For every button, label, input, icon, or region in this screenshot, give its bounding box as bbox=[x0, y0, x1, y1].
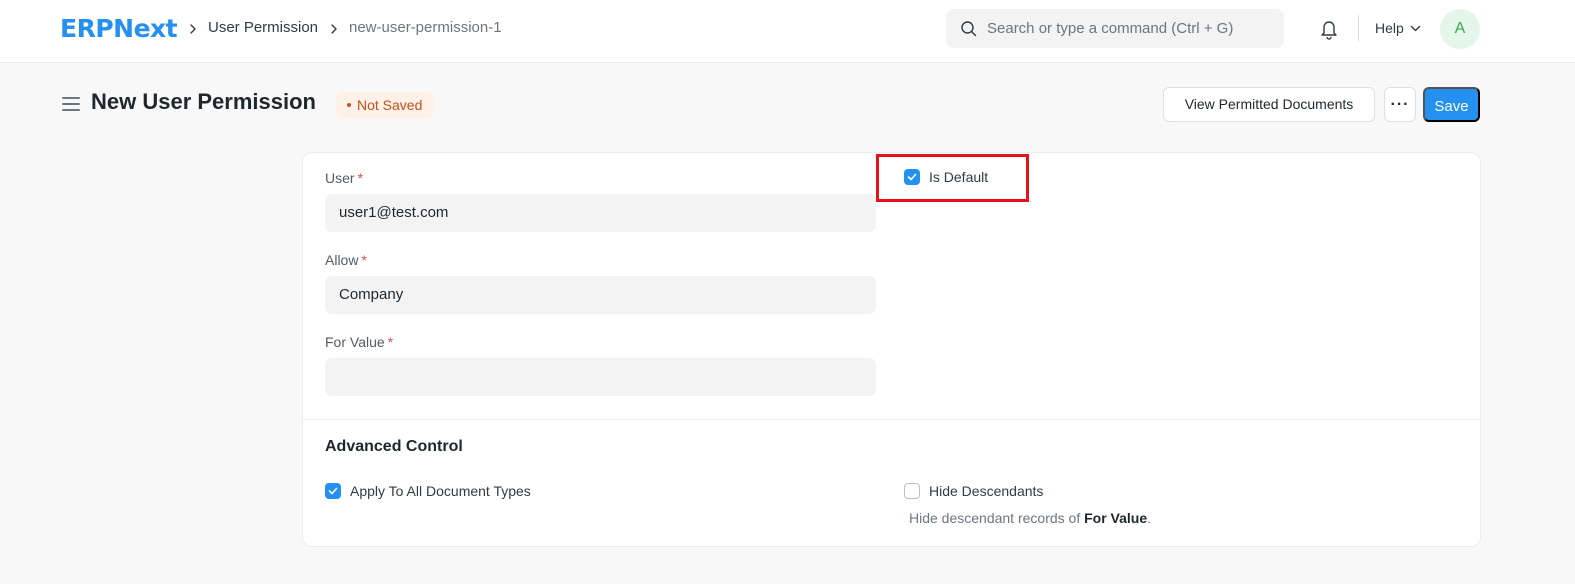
breadcrumb-current-doc[interactable]: new-user-permission-1 bbox=[349, 19, 502, 36]
chevron-down-icon[interactable] bbox=[1410, 25, 1421, 33]
search-icon bbox=[961, 21, 977, 37]
hide-descendants-label[interactable]: Hide Descendants bbox=[929, 483, 1043, 499]
status-dot-icon bbox=[347, 103, 351, 108]
erpnext-logo[interactable]: ERPNext bbox=[60, 14, 178, 43]
not-saved-indicator: Not Saved bbox=[336, 92, 434, 119]
section-divider bbox=[303, 419, 1480, 420]
chevron-right-icon bbox=[331, 24, 337, 34]
user-field-label: User * bbox=[325, 170, 364, 186]
page-title: New User Permission bbox=[91, 89, 316, 114]
more-actions-button[interactable]: ··· bbox=[1384, 87, 1416, 122]
allow-input[interactable]: Company bbox=[325, 276, 876, 314]
user-avatar[interactable]: A bbox=[1440, 9, 1480, 49]
chevron-right-icon bbox=[190, 24, 196, 34]
search-placeholder: Search or type a command (Ctrl + G) bbox=[987, 20, 1234, 37]
status-text: Not Saved bbox=[357, 97, 423, 113]
apply-to-all-doctypes-checkbox[interactable] bbox=[325, 483, 341, 499]
highlight-box bbox=[876, 154, 1029, 202]
hide-descendants-checkbox[interactable] bbox=[904, 483, 920, 499]
checkmark-icon bbox=[328, 487, 338, 495]
advanced-control-section-title[interactable]: Advanced Control bbox=[325, 438, 463, 456]
hide-descendants-help-text: Hide descendant records of For Value. bbox=[909, 510, 1152, 526]
awesomebar-search-input[interactable]: Search or type a command (Ctrl + G) bbox=[946, 9, 1284, 48]
for-value-input[interactable] bbox=[325, 358, 876, 396]
navbar: ERPNext User Permission new-user-permiss… bbox=[0, 0, 1575, 63]
notifications-bell-icon[interactable] bbox=[1319, 18, 1339, 40]
save-button[interactable]: Save bbox=[1423, 87, 1480, 122]
breadcrumb-user-permission[interactable]: User Permission bbox=[208, 19, 318, 36]
allow-field-label: Allow * bbox=[325, 252, 367, 268]
navbar-divider bbox=[1358, 15, 1359, 42]
help-dropdown[interactable]: Help bbox=[1375, 20, 1404, 36]
sidebar-toggle-icon[interactable] bbox=[62, 97, 80, 112]
apply-to-all-doctypes-label[interactable]: Apply To All Document Types bbox=[350, 483, 531, 499]
for-value-field-label: For Value * bbox=[325, 334, 394, 350]
form-card: User * user1@test.com Allow * Company For … bbox=[302, 152, 1481, 547]
user-input[interactable]: user1@test.com bbox=[325, 194, 876, 232]
view-permitted-documents-button[interactable]: View Permitted Documents bbox=[1163, 87, 1375, 122]
